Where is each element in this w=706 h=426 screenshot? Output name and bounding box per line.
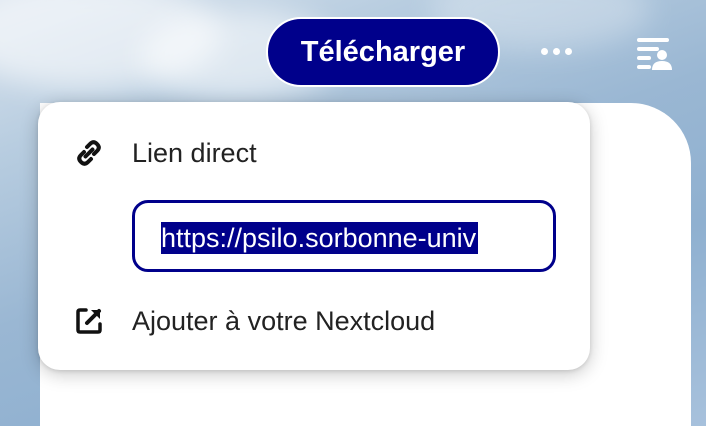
more-actions-button[interactable] [528,28,584,74]
menu-item-label: Ajouter à votre Nextcloud [132,305,436,336]
ellipsis-icon [540,47,548,55]
link-icon [74,138,104,168]
sidebar-toggle-icon [637,38,672,70]
menu-item-add-to-nextcloud[interactable]: Ajouter à votre Nextcloud [38,292,590,350]
sidebar-toggle-button[interactable] [628,30,678,76]
header-bar: Télécharger [0,0,706,104]
share-menu: Lien direct https://psilo.sorbonne-univ … [38,102,590,370]
direct-link-value: https://psilo.sorbonne-univ [161,222,479,254]
page: Télécharger Lien direct https://psilo.so… [0,0,706,426]
direct-link-field[interactable]: https://psilo.sorbonne-univ [132,200,556,272]
ellipsis-icon [564,47,572,55]
menu-item-direct-link[interactable]: Lien direct [38,124,590,182]
external-link-icon [74,306,104,336]
download-button[interactable]: Télécharger [266,17,500,87]
ellipsis-icon [552,47,560,55]
download-button-label: Télécharger [300,35,466,68]
menu-item-label: Lien direct [132,137,257,168]
